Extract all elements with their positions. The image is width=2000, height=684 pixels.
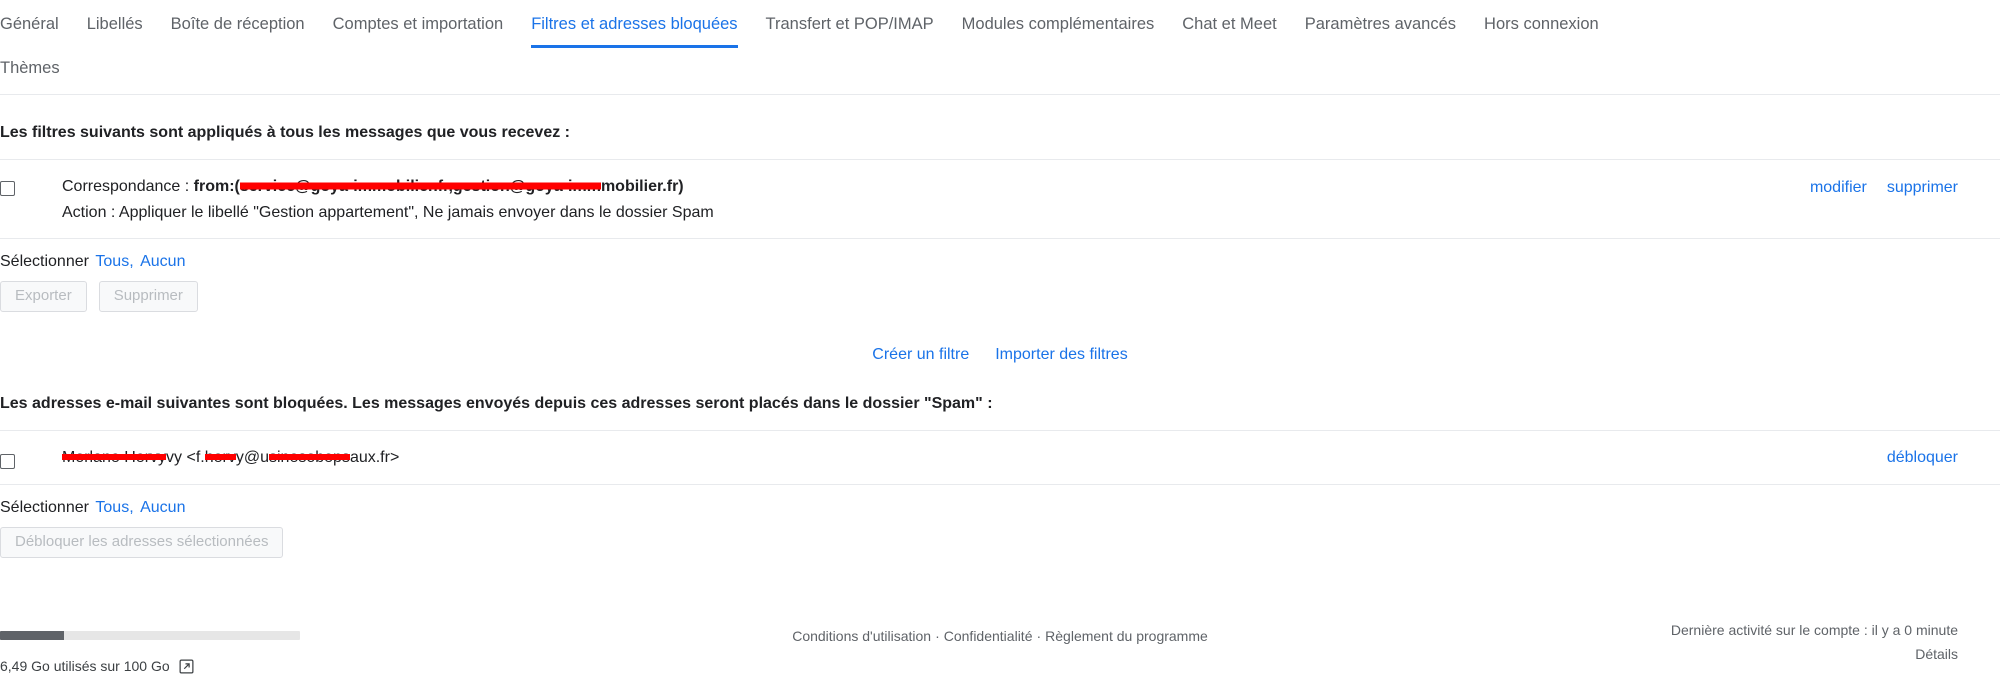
blocked-checkbox-cell [0,447,36,469]
filters-center-links: Créer un filtre Importer des filtres [0,312,2000,372]
create-filter-link[interactable]: Créer un filtre [872,346,969,363]
blocked-section-heading: Les adresses e-mail suivantes sont bloqu… [0,395,993,412]
filter-match-label: Correspondance : [62,178,194,195]
blocked-select-label: Sélectionner [0,499,89,516]
filter-edit-link[interactable]: modifier [1810,179,1867,196]
filter-match-prefix: from:( [193,178,240,195]
blocked-row-actions: débloquer [1887,449,2000,467]
settings-tab-row-primary: Général Libellés Boîte de réception Comp… [0,0,2000,48]
blocked-address-row: Morlane Hervyvy <f.hervy@usinesobepsaux.… [0,431,2000,485]
blocked-email-mid: y@u [235,449,269,466]
filters-select-label: Sélectionner [0,253,89,270]
unblock-link[interactable]: débloquer [1887,449,1958,466]
filters-button-row: Exporter Supprimer [0,273,2000,312]
last-activity-label: Dernière activité sur le compte : il y a… [1670,622,1958,638]
filter-row-actions: modifier supprimer [1810,174,2000,197]
filter-checkbox-cell [0,174,36,196]
blocked-row-checkbox[interactable] [0,454,15,469]
tab-chat-et-meet[interactable]: Chat et Meet [1182,0,1276,48]
blocked-address-text: Morlane Hervyvy <f.hervy@usinesobepsaux.… [36,447,1887,469]
filter-action-line: Action : Appliquer le libellé "Gestion a… [62,204,714,221]
page-footer: 6,49 Go utilisés sur 100 Go Conditions d… [0,592,2000,684]
program-policies-link[interactable]: Règlement du programme [1045,628,1208,644]
tab-filtres-et-adresses-bloquees[interactable]: Filtres et adresses bloquées [531,0,738,48]
filter-row: Correspondance : from:(service@goya-immo… [0,160,2000,239]
storage-bar-fill [0,631,65,640]
unblock-selected-button[interactable]: Débloquer les adresses sélectionnées [0,527,284,558]
storage-indicator: 6,49 Go utilisés sur 100 Go [0,631,320,674]
storage-usage-label: 6,49 Go utilisés sur 100 Go [0,658,170,674]
filter-match-suffix: mobilier.fr) [600,178,684,195]
tab-general[interactable]: Général [0,0,59,48]
blocked-email-suffix: aux.fr> [349,449,400,466]
tab-comptes-et-importation[interactable]: Comptes et importation [333,0,504,48]
storage-bar-track [0,631,300,640]
tab-parametres-avances[interactable]: Paramètres avancés [1305,0,1456,48]
privacy-link[interactable]: Confidentialité [944,628,1033,644]
settings-tab-bar: Général Libellés Boîte de réception Comp… [0,0,2000,95]
blocked-email-prefix: <f. [182,449,205,466]
blocked-select-none-link[interactable]: Aucun [140,499,185,516]
footer-separator-1: · [935,628,940,644]
blocked-email-redacted-user: herv [204,449,236,466]
export-filters-button[interactable]: Exporter [0,281,87,312]
blocked-name-redacted: Morlane Hervy [62,449,167,466]
blocked-select-line: Sélectionner Tous, Aucun [0,485,2000,519]
external-link-icon[interactable] [179,659,194,674]
filters-select-line: Sélectionner Tous, Aucun [0,239,2000,273]
filters-section-heading: Les filtres suivants sont appliqués à to… [0,124,570,141]
filter-match-line: Correspondance : from:(service@goya-immo… [62,174,1810,200]
footer-account-activity: Dernière activité sur le compte : il y a… [1671,618,1958,666]
terms-link[interactable]: Conditions d'utilisation [792,628,931,644]
filter-row-checkbox[interactable] [0,181,15,196]
footer-inner: 6,49 Go utilisés sur 100 Go Conditions d… [0,592,2000,684]
tab-boite-de-reception[interactable]: Boîte de réception [171,0,305,48]
blocked-button-row: Débloquer les adresses sélectionnées [0,519,2000,558]
settings-tab-row-secondary: Thèmes [0,48,2000,94]
blocked-email-redacted-domain: sinesobeps [268,449,350,466]
filter-row-body: Correspondance : from:(service@goya-immo… [36,174,1810,226]
delete-filters-button[interactable]: Supprimer [98,281,198,312]
filter-delete-link[interactable]: supprimer [1887,179,1958,196]
tab-hors-connexion[interactable]: Hors connexion [1484,0,1599,48]
blocked-select-all-link[interactable]: Tous, [95,499,133,516]
tab-transfert-et-pop-imap[interactable]: Transfert et POP/IMAP [766,0,934,48]
storage-text-row: 6,49 Go utilisés sur 100 Go [0,658,320,674]
activity-details-link[interactable]: Détails [1671,642,1958,666]
filters-select-none-link[interactable]: Aucun [140,253,185,270]
filters-select-all-link[interactable]: Tous, [95,253,133,270]
tab-libelles[interactable]: Libellés [87,0,143,48]
footer-separator-2: · [1036,628,1042,644]
footer-legal-links: Conditions d'utilisation · Confidentialité… [792,628,1208,644]
blocked-name-tail: vy [166,449,183,466]
settings-content: Les filtres suivants sont appliqués à to… [0,95,2000,558]
tab-themes[interactable]: Thèmes [0,48,60,94]
import-filters-link[interactable]: Importer des filtres [995,346,1127,363]
filter-match-redacted-text: service@goya-immobilier.fr,gestion@goya-… [239,178,601,195]
tab-modules-complementaires[interactable]: Modules complémentaires [962,0,1155,48]
